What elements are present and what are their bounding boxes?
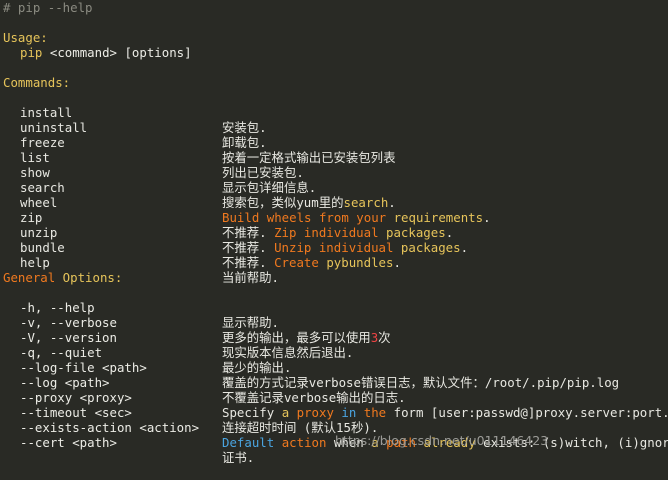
option-name: --exists-action <action>: [20, 420, 200, 435]
desc-text: Build wheels from your: [222, 210, 394, 225]
option-desc: 最少的输出.: [222, 360, 292, 375]
desc-text: 次: [378, 330, 391, 345]
desc-keyword: Zip individual: [274, 225, 386, 240]
option-name: --timeout <sec>: [20, 405, 132, 420]
command-desc: 不推荐. Zip individual packages.: [222, 225, 453, 240]
desc-period: .: [460, 240, 469, 255]
command-row-unzip: unzip 不推荐. Unzip individual packages.: [3, 210, 468, 255]
desc-period: .: [393, 255, 401, 270]
heading-options: Options:: [55, 270, 123, 285]
option-desc: 不覆盖记录verbose输出的日志.: [222, 390, 406, 405]
desc-text: 不推荐.: [222, 225, 275, 240]
desc-keyword: Default: [222, 435, 282, 450]
heading-general: General: [3, 270, 56, 285]
usage-options: [options]: [124, 45, 192, 60]
option-row-help: -h, --help 显示帮助.: [3, 285, 279, 330]
desc-keyword: Unzip individual: [274, 240, 401, 255]
desc-text: 搜索包，类似yum里的: [222, 195, 344, 210]
command-row-wheel: wheel Build wheels from your requirement…: [3, 180, 491, 225]
option-row-version: -V, --version 现实版本信息然后退出.: [3, 315, 353, 360]
command-desc: 不推荐. Unzip individual packages.: [222, 240, 468, 255]
desc-text: Specify: [222, 405, 282, 420]
desc-period: .: [483, 210, 491, 225]
desc-text: 更多的输出，最多可以使用: [222, 330, 371, 345]
desc-period: .: [388, 195, 396, 210]
desc-keyword: packages: [400, 240, 461, 255]
command-row-zip: zip 不推荐. Zip individual packages.: [3, 195, 453, 240]
option-name: --log <path>: [20, 375, 110, 390]
option-desc: 覆盖的方式记录verbose错误日志，默认文件：/root/.pip/pip.l…: [222, 375, 620, 390]
commands-heading: Commands:: [3, 75, 71, 90]
command-desc: 按着一定格式输出已安装包列表: [222, 150, 396, 165]
desc-period: .: [445, 225, 454, 240]
command-row-freeze: freeze 按着一定格式输出已安装包列表: [3, 120, 395, 165]
usage-pip: pip: [20, 45, 43, 60]
command-name: help: [20, 255, 50, 270]
option-name: --cert <path>: [20, 435, 117, 450]
command-desc: Build wheels from your requirements.: [222, 210, 491, 225]
desc-text: form [user:passwd@]proxy.server:port.: [393, 405, 668, 420]
desc-keyword: pybundles: [326, 255, 394, 270]
option-desc: 显示帮助.: [222, 315, 280, 330]
option-row-exists-action: --exists-action <action> Default action …: [3, 405, 668, 450]
option-name: -v, --verbose: [20, 315, 117, 330]
desc-keyword: Create: [274, 255, 327, 270]
option-row-proxy: --proxy <proxy> Specify a proxy in the f…: [3, 375, 668, 420]
desc-keyword: action: [281, 435, 334, 450]
watermark-url: https://blog.csdn.net/u011146423: [335, 433, 549, 448]
desc-keyword: in: [341, 405, 364, 420]
command-desc: 搜索包，类似yum里的search.: [222, 195, 396, 210]
command-desc: 不推荐. Create pybundles.: [222, 255, 401, 270]
option-row-quiet: -q, --quiet 最少的输出.: [3, 330, 291, 375]
desc-text: 不推荐.: [222, 255, 275, 270]
general-options-heading: General Options:: [3, 270, 122, 285]
terminal-output: # pip --help Usage: pip <command> [optio…: [0, 0, 668, 465]
desc-keyword: the: [363, 405, 394, 420]
desc-keyword: search: [343, 195, 389, 210]
desc-text: 不推荐.: [222, 240, 275, 255]
option-row-log: --log <path> 不覆盖记录verbose输出的日志.: [3, 360, 406, 405]
option-name: --log-file <path>: [20, 360, 147, 375]
option-row-timeout: --timeout <sec> 连接超时时间 (默认15秒).: [3, 390, 378, 435]
command-desc: 卸载包.: [222, 135, 267, 150]
option-desc: 更多的输出，最多可以使用3次: [222, 330, 391, 345]
desc-keyword: requirements: [393, 210, 484, 225]
command-row-show: show 显示包详细信息.: [3, 150, 316, 195]
command-row-help: help 当前帮助.: [3, 240, 279, 285]
command-row-search: search 搜索包，类似yum里的search.: [3, 165, 396, 210]
command-row-list: list 列出已安装包.: [3, 135, 304, 180]
prompt-line: # pip --help: [3, 0, 93, 15]
option-row-log-file: --log-file <path> 覆盖的方式记录verbose错误日志，默认文…: [3, 345, 619, 390]
command-desc: 列出已安装包.: [222, 165, 304, 180]
usage-heading: Usage:: [3, 30, 48, 45]
desc-keyword: proxy: [296, 405, 342, 420]
desc-keyword: a: [281, 405, 297, 420]
command-desc: 显示包详细信息.: [222, 180, 317, 195]
option-desc: Specify a proxy in the form [user:passwd…: [222, 405, 668, 420]
option-name: -V, --version: [20, 330, 117, 345]
command-row-uninstall: uninstall 卸载包.: [3, 105, 267, 150]
command-row-install: install 安装包.: [3, 90, 267, 135]
option-desc: 证书.: [222, 450, 255, 465]
command-desc: 当前帮助.: [222, 270, 280, 285]
option-row-verbose: -v, --verbose 更多的输出，最多可以使用3次: [3, 300, 391, 345]
usage-command: <command>: [49, 45, 117, 60]
option-name: --proxy <proxy>: [20, 390, 132, 405]
option-desc: 现实版本信息然后退出.: [222, 345, 354, 360]
command-desc: 安装包.: [222, 120, 267, 135]
command-row-bundle: bundle 不推荐. Create pybundles.: [3, 225, 401, 270]
option-row-cert: --cert <path> 证书.: [3, 420, 254, 465]
desc-keyword: packages: [386, 225, 446, 240]
